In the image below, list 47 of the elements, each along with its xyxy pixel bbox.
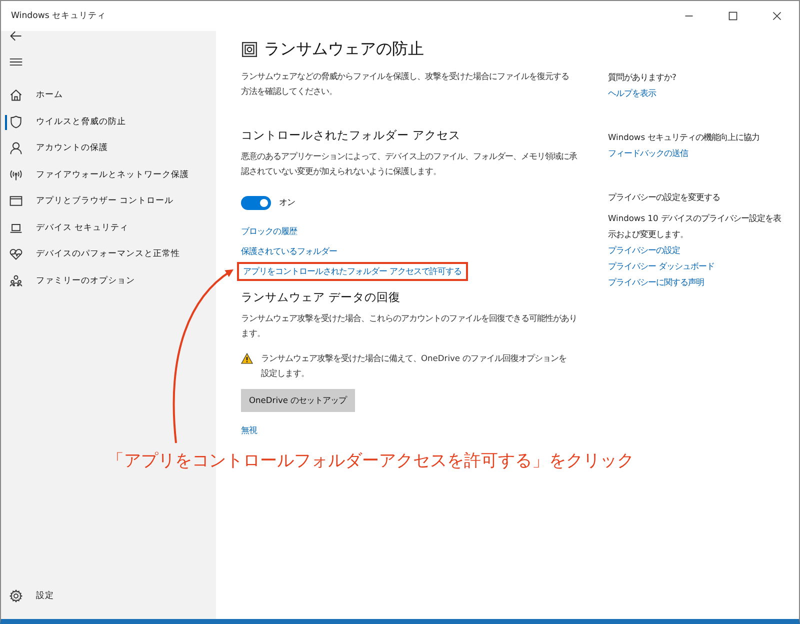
back-arrow-icon[interactable]	[9, 29, 23, 43]
window-icon	[9, 194, 23, 208]
toggle-switch[interactable]	[241, 196, 271, 210]
aside-link[interactable]: プライバシー ダッシュボード	[608, 258, 715, 274]
nav-item[interactable]: デバイスのパフォーマンスと正常性	[1, 241, 216, 268]
aside-description: Windows 10 デバイスのプライバシー設定を表示および変更します。	[608, 212, 782, 241]
nav-item[interactable]: アプリとブラウザー コントロール	[1, 188, 216, 214]
antenna-icon	[9, 168, 23, 182]
family-icon	[9, 274, 23, 288]
aside-link[interactable]: フィードバックの送信	[608, 145, 688, 161]
window-title: Windows セキュリティ	[11, 10, 108, 22]
page-title: ランサムウェアの防止	[264, 38, 424, 60]
maximize-icon[interactable]	[727, 10, 739, 22]
aside-heading: プライバシーの設定を変更する	[608, 191, 720, 204]
nav-item[interactable]: ファイアウォールとネットワーク保護	[1, 162, 216, 188]
intro-text: ランサムウェアなどの脅威からファイルを保護し、攻撃を受けた場合にファイルを復元する方法を確認してください。	[241, 70, 570, 98]
link[interactable]: アプリをコントロールされたフォルダー アクセスで許可する	[243, 264, 462, 279]
aside-link[interactable]: ヘルプを表示	[608, 85, 656, 101]
aside-heading: 質問がありますか?	[608, 71, 676, 84]
callout-text: 「アプリをコントロールフォルダーアクセスを許可する」をクリック	[107, 450, 634, 473]
nav-item[interactable]: ホーム	[1, 82, 216, 108]
dismiss-link[interactable]: 無視	[241, 423, 257, 438]
section-heading: ランサムウェア データの回復	[241, 289, 402, 306]
warning-text: ランサムウェア攻撃を受けた場合に備えて、OneDrive のファイル回復オプションを設定します。	[261, 352, 568, 380]
settings-icon	[9, 588, 23, 603]
nav-item[interactable]: ウイルスと脅威の防止	[1, 108, 216, 135]
warning-icon	[241, 353, 253, 364]
section-description: ランサムウェア攻撃を受けた場合、これらのアカウントのファイルを回復できる可能性があります。	[241, 312, 578, 340]
aside-link[interactable]: プライバシーの設定	[608, 242, 680, 258]
toggle-label: オン	[279, 196, 295, 209]
section-heading: コントロールされたフォルダー アクセス	[241, 127, 462, 144]
section-description: 悪意のあるアプリケーションによって、デバイス上のファイル、フォルダー、メモリ領域に承認されていない変更が加えられないように保護します。	[241, 150, 578, 178]
heart-icon	[9, 247, 23, 262]
link[interactable]: ブロックの履歴	[241, 224, 297, 239]
nav-item[interactable]: デバイス セキュリティ	[1, 214, 216, 241]
person-icon	[9, 141, 23, 156]
nav-item[interactable]: アカウントの保護	[1, 135, 216, 162]
home-icon	[9, 88, 23, 102]
settings-item[interactable]: 設定	[1, 582, 216, 609]
shield-icon	[9, 114, 23, 129]
aside-link[interactable]: プライバシーに関する声明	[608, 274, 704, 290]
setup-button[interactable]: OneDrive のセットアップ	[241, 389, 355, 412]
aside-heading: Windows セキュリティの機能向上に協力	[608, 131, 760, 144]
safe-icon	[241, 40, 258, 58]
close-icon[interactable]	[771, 10, 783, 22]
nav-item[interactable]: ファミリーのオプション	[1, 268, 216, 294]
link[interactable]: 保護されているフォルダー	[241, 244, 337, 259]
